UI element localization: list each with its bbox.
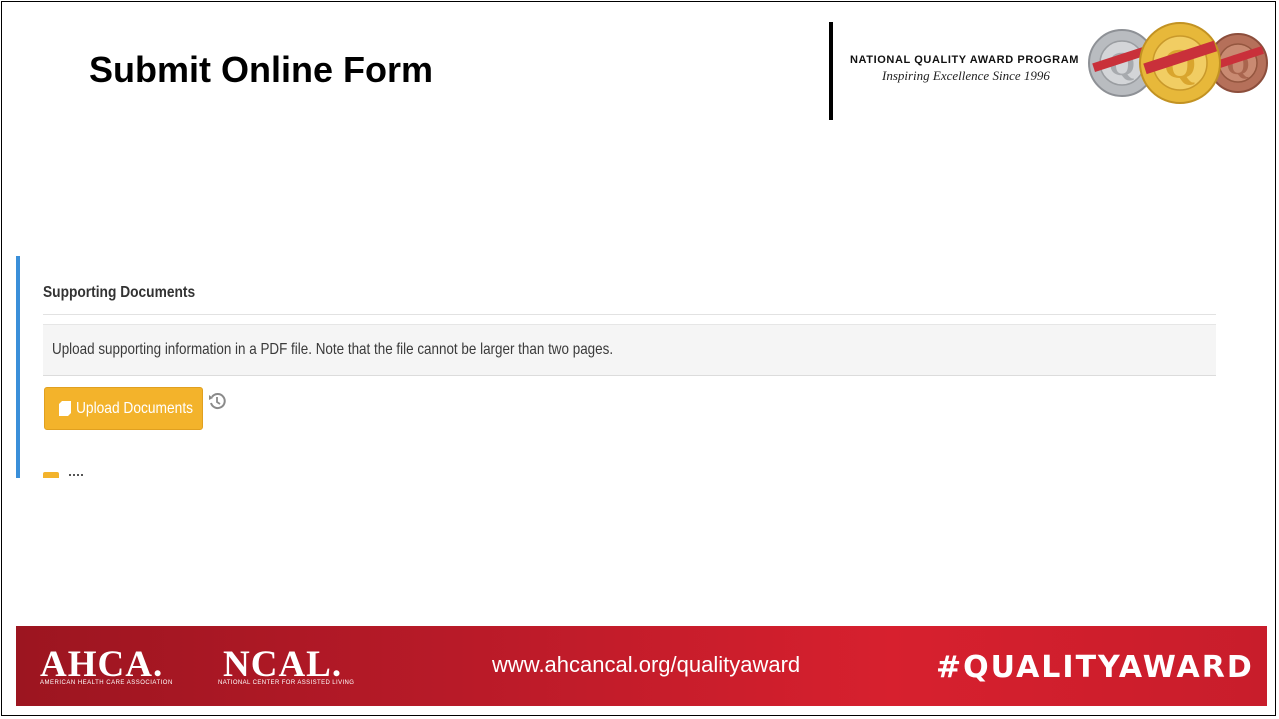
upload-instructions: Upload supporting information in a PDF f… — [52, 341, 614, 358]
program-name: NATIONAL QUALITY AWARD PROGRAM — [850, 54, 1080, 66]
header-divider — [829, 22, 833, 120]
checkbox[interactable] — [43, 472, 59, 478]
section-divider — [43, 314, 1216, 315]
document-icon — [59, 401, 71, 416]
info-box: Upload supporting information in a PDF f… — [43, 324, 1216, 376]
footer-url: www.ahcancal.org/qualityaward — [492, 652, 801, 677]
slide-title: Submit Online Form — [89, 49, 434, 90]
quality-award-hashtag: #QUALITYAWARD — [936, 650, 1254, 685]
history-icon[interactable] — [208, 392, 226, 410]
panel-accent-bar — [16, 256, 20, 478]
ncal-logo: NCAL. — [223, 644, 343, 685]
footer-banner: AHCA. AMERICAN HEALTH CARE ASSOCIATION N… — [16, 626, 1267, 706]
upload-documents-button[interactable]: Upload Documents — [44, 387, 203, 430]
supporting-documents-panel: Supporting Documents Upload supporting i… — [16, 256, 1216, 478]
program-tagline: Inspiring Excellence Since 1996 — [882, 68, 1050, 83]
ahca-logo: AHCA. — [40, 644, 164, 685]
checkbox-label-cutoff — [69, 474, 83, 478]
slide: Submit Online Form NATIONAL QUALITY AWAR… — [1, 1, 1276, 716]
section-title: Supporting Documents — [43, 284, 196, 301]
award-medals-logo: Q Q Q — [1088, 22, 1268, 104]
upload-button-label: Upload Documents — [76, 400, 194, 417]
ahca-logo-subtitle: AMERICAN HEALTH CARE ASSOCIATION — [40, 680, 173, 686]
ncal-logo-subtitle: NATIONAL CENTER FOR ASSISTED LIVING — [218, 680, 355, 686]
gold-medal: Q — [1139, 22, 1221, 104]
